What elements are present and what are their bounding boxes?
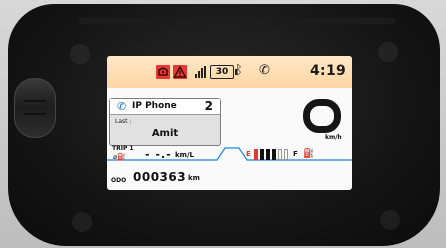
average-fuel-icon: ⌀⛽ [113, 153, 126, 161]
fuel-level-segment [260, 149, 264, 160]
fuel-level-segment [284, 149, 288, 160]
last-caller-label: Last : [115, 118, 132, 125]
bezel-reflection [380, 210, 400, 230]
bezel-reflection [72, 212, 92, 232]
fuel-economy-unit: km/L [175, 151, 194, 159]
phone-battery-indicator: 30 [210, 65, 237, 79]
last-caller-name: Amit [151, 128, 179, 139]
mode-button[interactable] [14, 78, 56, 138]
button-ridge [24, 100, 46, 102]
speed-unit: km/h [325, 134, 342, 141]
status-bar: 30 ᛒ ✆ 4:19 [107, 56, 352, 88]
phone-icon: ✆ [259, 63, 270, 78]
speed-readout-zero [303, 99, 341, 133]
odometer-label: ODO [111, 177, 127, 184]
odometer-value: 000363 [133, 170, 187, 184]
lcd-display: 30 ᛒ ✆ 4:19 ✆ IP Phone 2 Last : Amit km/… [107, 56, 352, 190]
button-ridge [24, 113, 46, 115]
odometer-unit: km [188, 174, 200, 182]
fuel-pump-icon: ⛽ [303, 149, 315, 159]
call-log-card[interactable]: ✆ IP Phone 2 Last : Amit [109, 98, 221, 146]
clock: 4:19 [310, 63, 347, 79]
warning-triangle-icon [173, 65, 187, 79]
call-count: 2 [204, 99, 213, 113]
fuel-level-segment [266, 149, 270, 160]
bezel-reflection [70, 44, 90, 64]
signal-strength-icon [195, 66, 207, 78]
bezel-rim [78, 18, 396, 24]
fuel-gauge: E F ⛽ [246, 148, 315, 162]
bezel-reflection [378, 42, 398, 62]
call-card-header: ✆ IP Phone 2 [110, 99, 220, 115]
fuel-level-segment [278, 149, 282, 160]
section-divider-line [107, 147, 352, 161]
trip-label: TRIP 1 [112, 145, 134, 152]
bluetooth-icon: ᛒ [235, 63, 243, 78]
fuel-economy-value: - -.- [145, 148, 172, 161]
engine-warning-icon [156, 65, 170, 79]
fuel-empty-label: E [246, 150, 251, 158]
incoming-call-icon: ✆ [117, 100, 127, 113]
fuel-full-label: F [293, 150, 298, 158]
fuel-level-segment [272, 149, 276, 160]
fuel-level-segment [254, 149, 258, 160]
call-source-label: IP Phone [132, 101, 177, 111]
